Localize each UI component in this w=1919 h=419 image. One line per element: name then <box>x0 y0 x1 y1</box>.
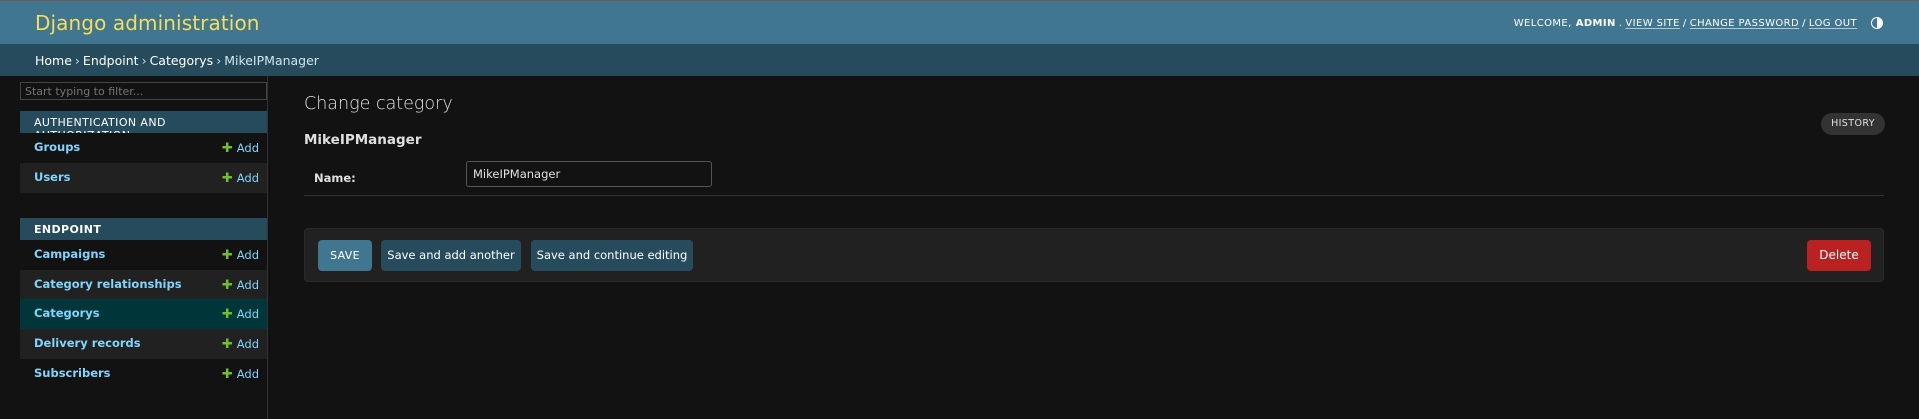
name-field[interactable] <box>466 161 712 187</box>
add-link[interactable]: ✚ Add <box>222 337 259 351</box>
log-out-link[interactable]: LOG OUT <box>1809 18 1857 29</box>
add-link[interactable]: ✚ Add <box>222 141 259 155</box>
username: ADMIN <box>1575 17 1616 29</box>
change-password-link[interactable]: CHANGE PASSWORD <box>1690 18 1799 29</box>
view-site-link[interactable]: VIEW SITE <box>1625 18 1680 29</box>
plus-icon: ✚ <box>221 306 233 322</box>
history-button[interactable]: HISTORY <box>1821 113 1885 135</box>
separator: / <box>1802 17 1806 29</box>
plus-icon: ✚ <box>221 366 233 382</box>
site-header: Django administration WELCOME, ADMIN. VI… <box>0 0 1919 44</box>
form-row-name: Name: <box>304 154 1884 196</box>
page-title: Change category <box>304 94 453 114</box>
plus-icon: ✚ <box>221 170 233 186</box>
save-button[interactable]: SAVE <box>318 240 372 271</box>
breadcrumb-home[interactable]: Home <box>35 53 72 68</box>
welcome-label: WELCOME, <box>1513 17 1572 29</box>
module-caption-endpoint[interactable]: ENDPOINT <box>20 218 267 240</box>
add-link[interactable]: ✚ Add <box>222 367 259 381</box>
sidebar-item-category-relationships[interactable]: Category relationships ✚ Add <box>20 270 267 300</box>
plus-icon: ✚ <box>221 247 233 263</box>
sidebar-item-label[interactable]: Category relationships <box>34 277 182 291</box>
submit-row: SAVE Save and add another Save and conti… <box>304 228 1884 282</box>
add-link[interactable]: ✚ Add <box>222 278 259 292</box>
sidebar-item-delivery-records[interactable]: Delivery records ✚ Add <box>20 329 267 359</box>
breadcrumb: Home › Endpoint › Categorys › MikeIPManager <box>0 44 1919 76</box>
contrast-icon[interactable] <box>1871 17 1883 29</box>
object-title: MikeIPManager <box>304 132 422 148</box>
sidebar-item-subscribers[interactable]: Subscribers ✚ Add <box>20 359 267 389</box>
add-link[interactable]: ✚ Add <box>222 248 259 262</box>
sidebar-item-campaigns[interactable]: Campaigns ✚ Add <box>20 240 267 270</box>
sidebar-item-label[interactable]: Categorys <box>34 306 100 320</box>
sidebar-item-label[interactable]: Delivery records <box>34 336 141 350</box>
breadcrumb-endpoint[interactable]: Endpoint <box>83 53 139 68</box>
sidebar-item-categorys[interactable]: Categorys ✚ Add <box>20 299 267 329</box>
sidebar-item-users[interactable]: Users ✚ Add <box>20 163 267 193</box>
plus-icon: ✚ <box>221 277 233 293</box>
add-link[interactable]: ✚ Add <box>222 171 259 185</box>
save-and-continue-button[interactable]: Save and continue editing <box>531 240 693 271</box>
plus-icon: ✚ <box>221 336 233 352</box>
delete-button[interactable]: Delete <box>1807 240 1871 271</box>
add-link[interactable]: ✚ Add <box>222 307 259 321</box>
sidebar-item-groups[interactable]: Groups ✚ Add <box>20 133 267 163</box>
separator: / <box>1682 17 1687 29</box>
sidebar-item-label[interactable]: Users <box>34 170 71 184</box>
site-brand[interactable]: Django administration <box>35 11 260 35</box>
user-tools: WELCOME, ADMIN. VIEW SITE / CHANGE PASSW… <box>1514 17 1883 29</box>
module-caption-auth[interactable]: AUTHENTICATION AND AUTHORIZATION <box>20 111 267 142</box>
breadcrumb-categorys[interactable]: Categorys <box>150 53 214 68</box>
name-field-label: Name: <box>314 171 356 185</box>
breadcrumb-current: MikeIPManager <box>224 53 319 68</box>
sidebar-item-label[interactable]: Campaigns <box>34 247 105 261</box>
save-and-add-another-button[interactable]: Save and add another <box>381 240 521 271</box>
nav-filter-input[interactable] <box>20 82 267 100</box>
sidebar-item-label[interactable]: Groups <box>34 140 80 154</box>
sidebar-item-label[interactable]: Subscribers <box>34 366 111 380</box>
plus-icon: ✚ <box>221 140 233 156</box>
nav-sidebar: AUTHENTICATION AND AUTHORIZATION Groups … <box>19 76 268 419</box>
